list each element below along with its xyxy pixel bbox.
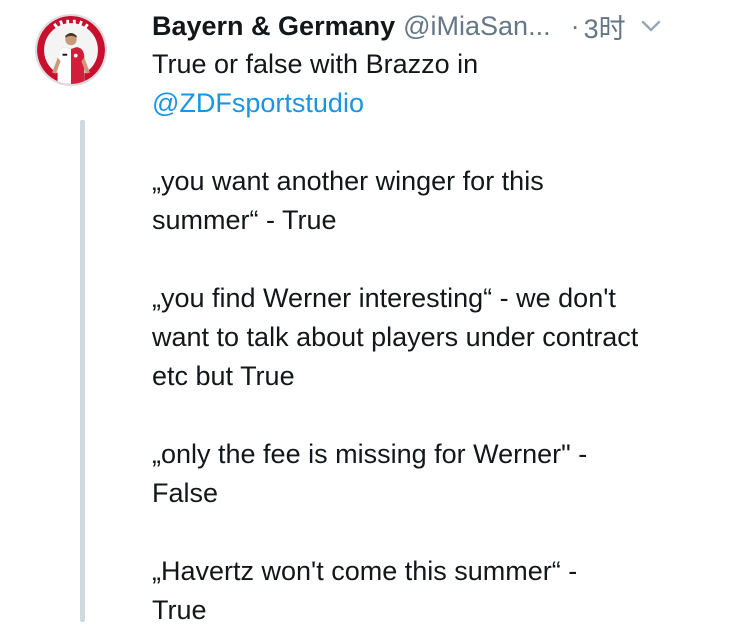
tweet-text-line: False	[152, 478, 219, 508]
tweet-text-line: „Havertz won't come this summer“ -	[152, 556, 578, 586]
tweet[interactable]: Bayern & Germany @iMiaSan... · 3时 True o…	[0, 0, 750, 625]
tweet-text-line: etc but True	[152, 361, 295, 391]
tweet-text: True or false with Brazzo in @ZDFsportst…	[152, 45, 727, 630]
tweet-text-line: True or false with Brazzo in	[152, 49, 479, 79]
tweet-text-line: „you want another winger for this	[152, 166, 544, 196]
tweet-text-line: want to talk about players under contrac…	[152, 322, 639, 352]
timestamp[interactable]: 3时	[584, 7, 626, 46]
mention-link[interactable]: @ZDFsportstudio	[152, 84, 727, 123]
tweet-text-line: „you find Werner interesting“ - we don't	[152, 283, 616, 313]
tweet-header: Bayern & Germany @iMiaSan... · 3时	[152, 6, 730, 46]
display-name[interactable]: Bayern & Germany	[152, 11, 395, 42]
avatar-image	[37, 16, 105, 84]
tweet-text-line: True	[152, 595, 207, 625]
user-handle[interactable]: @iMiaSan...	[403, 11, 550, 42]
chevron-down-icon[interactable]	[640, 15, 662, 37]
tweet-text-line: „only the fee is missing for Werner" -	[152, 439, 588, 469]
separator-dot: ·	[570, 10, 580, 41]
tweet-text-line: summer“ - True	[152, 205, 337, 235]
avatar[interactable]	[35, 14, 107, 86]
thread-connector-line	[80, 120, 85, 622]
